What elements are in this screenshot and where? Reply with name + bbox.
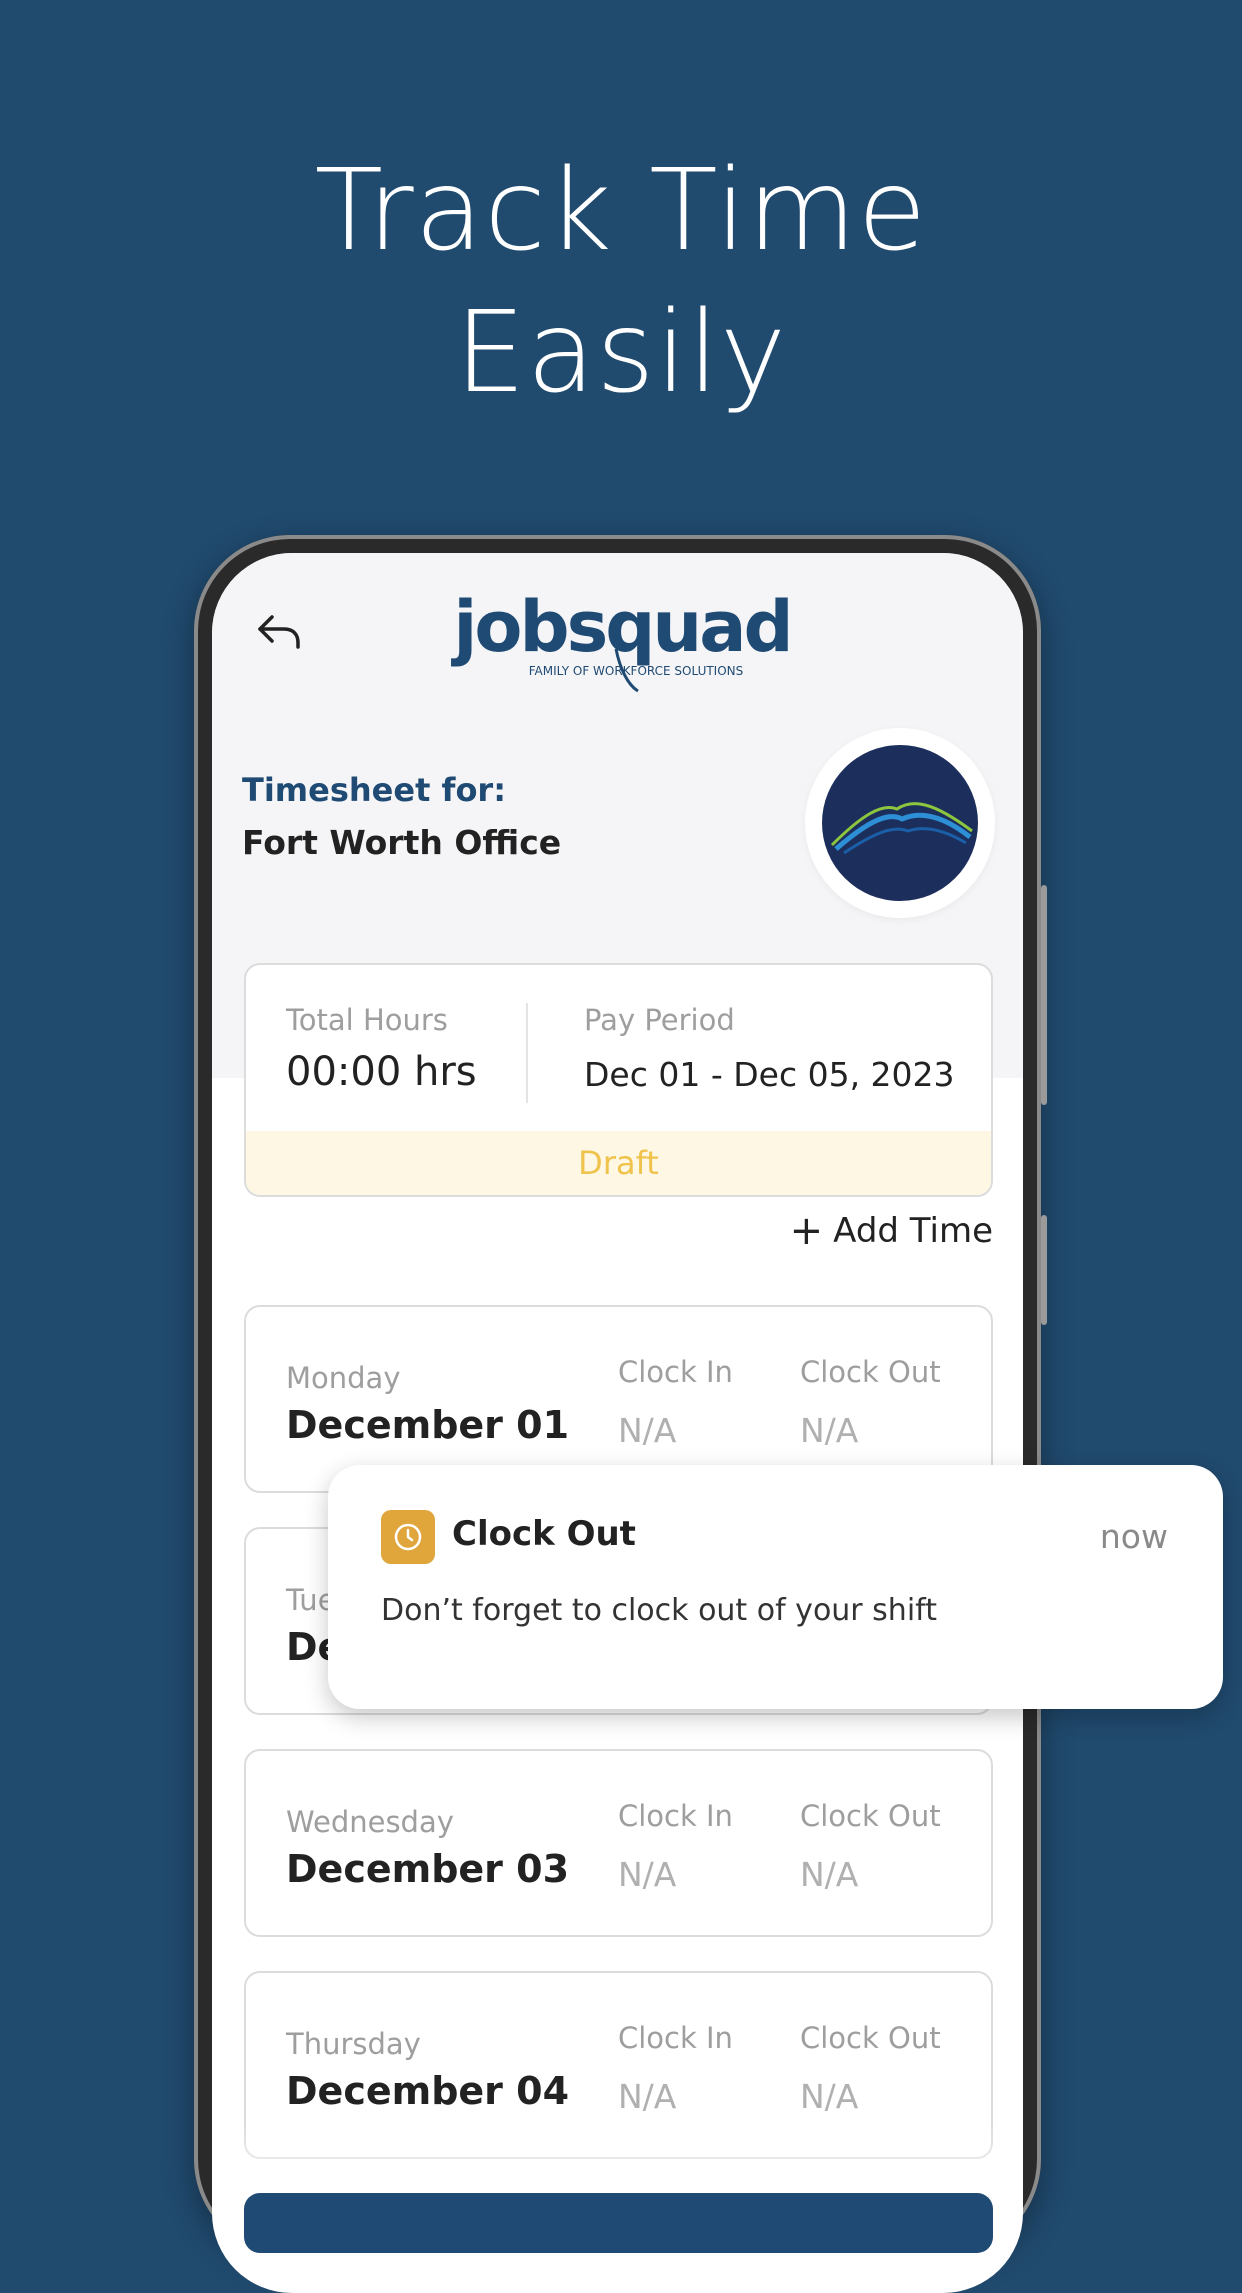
day-name: Thursday	[286, 2027, 421, 2061]
clock-in-label: Clock In	[618, 1799, 733, 1833]
mountain-logo-icon	[830, 802, 973, 855]
avatar	[805, 728, 995, 918]
headline-line-2: Easily	[454, 288, 788, 418]
clock-out-value: N/A	[800, 2077, 859, 2116]
status-badge: Draft	[246, 1131, 991, 1195]
add-time-button[interactable]: + Add Time	[790, 1208, 993, 1254]
logo-tagline: FAMILY OF WORKFORCE SOLUTIONS	[529, 664, 744, 678]
clock-in-label: Clock In	[618, 1355, 733, 1389]
app-screen: jobsquad FAMILY OF WORKFORCE SOLUTIONS T…	[212, 553, 1023, 2293]
day-name: Wednesday	[286, 1805, 454, 1839]
clock-out-label: Clock Out	[800, 1799, 941, 1833]
clock-in-label: Clock In	[618, 2021, 733, 2055]
add-time-label: Add Time	[833, 1211, 993, 1251]
clock-out-value: N/A	[800, 1855, 859, 1894]
clock-out-label: Clock Out	[800, 1355, 941, 1389]
day-name: Monday	[286, 1361, 401, 1395]
notification-body: Don’t forget to clock out of your shift	[381, 1593, 937, 1628]
phone-power-button	[1041, 1215, 1047, 1325]
phone-volume-button	[1041, 885, 1047, 1105]
clock-in-value: N/A	[618, 2077, 677, 2116]
pay-period-value: Dec 01 - Dec 05, 2023	[584, 1055, 955, 1094]
bottom-action-bar[interactable]	[244, 2193, 993, 2253]
notification-card[interactable]: Clock Out now Don’t forget to clock out …	[328, 1465, 1223, 1709]
headline-line-1: Track Time	[314, 146, 928, 276]
clock-in-value: N/A	[618, 1855, 677, 1894]
summary-divider	[526, 1003, 528, 1103]
total-hours-value: 00:00 hrs	[286, 1049, 477, 1095]
jobsquad-logo: jobsquad FAMILY OF WORKFORCE SOLUTIONS	[450, 589, 794, 693]
day-date: December 01	[286, 1403, 570, 1447]
headline: Track Time Easily	[0, 140, 1242, 424]
timesheet-label: Timesheet for:	[242, 771, 506, 809]
clock-out-value: N/A	[800, 1411, 859, 1450]
total-hours-label: Total Hours	[286, 1003, 448, 1037]
day-date: December 04	[286, 2069, 570, 2113]
logo-text: jobsquad	[450, 589, 790, 668]
avatar-logo	[822, 745, 978, 901]
plus-icon: +	[789, 1208, 824, 1254]
day-card[interactable]: Wednesday December 03 Clock In Clock Out…	[244, 1749, 993, 1937]
phone-frame: jobsquad FAMILY OF WORKFORCE SOLUTIONS T…	[194, 535, 1047, 2293]
clock-icon	[394, 1523, 422, 1551]
office-name: Fort Worth Office	[242, 823, 562, 862]
notification-app-icon	[381, 1510, 435, 1564]
pay-period-label: Pay Period	[584, 1003, 735, 1037]
notification-title: Clock Out	[452, 1514, 636, 1554]
timesheet-summary-card: Total Hours 00:00 hrs Pay Period Dec 01 …	[244, 963, 993, 1197]
clock-in-value: N/A	[618, 1411, 677, 1450]
clock-out-label: Clock Out	[800, 2021, 941, 2055]
back-arrow-icon[interactable]	[254, 607, 304, 657]
notification-time: now	[1099, 1517, 1168, 1556]
day-date: December 03	[286, 1847, 570, 1891]
